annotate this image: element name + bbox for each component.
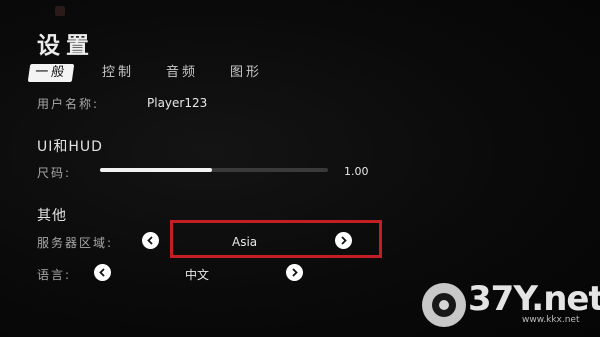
other-heading: 其他 — [37, 208, 67, 224]
size-label: 尺码: — [37, 166, 72, 180]
server-region-prev-button[interactable] — [142, 232, 159, 249]
ui-hud-heading: UI和HUD — [37, 139, 103, 155]
language-value: 中文 — [185, 268, 210, 282]
chevron-left-icon — [99, 268, 105, 277]
tab-graphics[interactable]: 图形 — [230, 64, 262, 82]
size-slider-fill — [100, 168, 212, 172]
chevron-right-icon — [292, 268, 298, 277]
watermark-subtext: www.kkx.net — [522, 315, 580, 325]
server-region-highlight — [170, 220, 382, 258]
watermark: 37Y.net www.kkx.net — [404, 279, 600, 331]
page-title: 设置 — [37, 33, 95, 59]
corner-mark — [55, 6, 65, 16]
language-next-button[interactable] — [286, 264, 303, 281]
tab-controls[interactable]: 控制 — [102, 64, 134, 82]
watermark-logo-icon — [422, 283, 466, 327]
size-value: 1.00 — [344, 165, 369, 178]
language-label: 语言: — [37, 268, 72, 282]
tab-general[interactable]: 一般 — [27, 64, 75, 82]
chevron-left-icon — [147, 236, 153, 245]
username-label: 用户名称: — [37, 97, 100, 111]
language-prev-button[interactable] — [94, 264, 111, 281]
size-slider[interactable] — [100, 168, 328, 172]
username-field[interactable]: Player123 — [147, 96, 207, 110]
settings-screen: 设置 一般 控制 音频 图形 用户名称: Player123 UI和HUD 尺码… — [0, 0, 600, 337]
watermark-text: 37Y.net — [468, 279, 600, 319]
server-region-label: 服务器区域: — [37, 236, 114, 250]
tab-audio[interactable]: 音频 — [166, 64, 198, 82]
